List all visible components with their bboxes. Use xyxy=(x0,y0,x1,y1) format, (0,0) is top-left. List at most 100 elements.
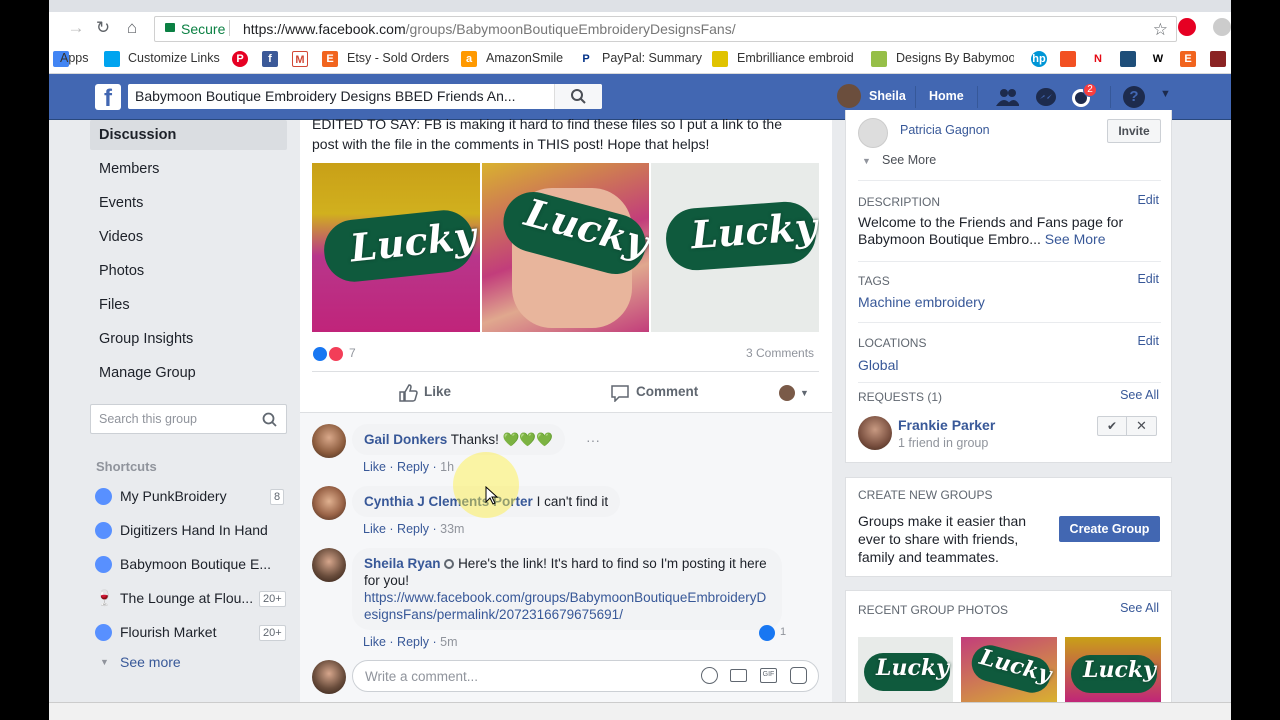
bookmark-apps[interactable]: Apps xyxy=(60,51,89,65)
camera-icon[interactable] xyxy=(730,669,747,682)
shortcut-my-punkbroidery[interactable]: My PunkBroidery xyxy=(120,488,227,504)
comment-like-link[interactable]: Like xyxy=(363,522,386,536)
reload-icon[interactable]: ↻ xyxy=(92,17,114,39)
comment-like-link[interactable]: Like xyxy=(363,460,386,474)
facebook-icon[interactable]: f xyxy=(262,51,278,67)
hp-icon[interactable]: hp xyxy=(1031,51,1047,67)
emoji-icon[interactable] xyxy=(701,667,718,684)
forward-icon[interactable]: → xyxy=(65,17,87,39)
request-avatar[interactable] xyxy=(858,416,892,450)
bookmark-amazonsmile[interactable]: AmazonSmile xyxy=(486,51,563,65)
group-search-input[interactable]: Search this group xyxy=(90,404,287,434)
shortcut-lounge[interactable]: The Lounge at Flou... xyxy=(120,590,253,606)
address-bar[interactable]: Secure https://www.facebook.com/groups/B… xyxy=(154,16,1177,42)
gif-icon[interactable]: GIF xyxy=(760,668,777,683)
facebook-logo-icon[interactable]: f xyxy=(95,84,121,110)
comments-count-link[interactable]: 3 Comments xyxy=(746,346,814,360)
nav-discussion[interactable]: Discussion xyxy=(99,127,176,143)
photos-see-all[interactable]: See All xyxy=(1120,601,1159,615)
sticker-icon[interactable] xyxy=(790,667,807,684)
comment-button[interactable]: Comment xyxy=(610,383,720,403)
nav-photos[interactable]: Photos xyxy=(99,263,144,279)
bookmark-designs-by-babymoon[interactable]: Designs By Babymoo xyxy=(896,51,1014,65)
description-see-more[interactable]: See More xyxy=(1045,231,1106,247)
pinterest-icon[interactable]: P xyxy=(232,51,248,67)
like-reaction-icon[interactable] xyxy=(759,625,775,641)
member-avatar[interactable] xyxy=(858,118,888,148)
search-button[interactable] xyxy=(554,84,602,109)
like-button[interactable]: Like xyxy=(398,383,478,403)
extension-icon[interactable] xyxy=(1213,18,1231,36)
user-avatar[interactable] xyxy=(837,84,861,108)
bookmark-customize-links[interactable]: Customize Links xyxy=(128,51,220,65)
commenter-avatar[interactable] xyxy=(779,385,795,401)
comment-author[interactable]: Gail Donkers xyxy=(364,432,447,447)
tags-edit-link[interactable]: Edit xyxy=(1137,272,1159,286)
commenter-avatar[interactable] xyxy=(312,548,346,582)
bookmark-paypal[interactable]: PayPal: Summary xyxy=(602,51,702,65)
request-name[interactable]: Frankie Parker xyxy=(898,417,995,433)
nav-group-insights[interactable]: Group Insights xyxy=(99,331,193,347)
comment-time[interactable]: 1h xyxy=(440,460,454,474)
commenter-avatar[interactable] xyxy=(312,486,346,520)
office-icon[interactable] xyxy=(1060,51,1076,67)
comment-time[interactable]: 33m xyxy=(440,522,464,536)
comment-time[interactable]: 5m xyxy=(440,635,457,649)
reaction-count[interactable]: 7 xyxy=(349,346,356,360)
nav-videos[interactable]: Videos xyxy=(99,229,143,245)
friend-requests-icon[interactable] xyxy=(995,86,1019,108)
post-photo[interactable]: Lucky xyxy=(312,163,480,332)
nav-manage-group[interactable]: Manage Group xyxy=(99,365,196,381)
sheets-icon[interactable] xyxy=(1120,51,1136,67)
commenter-avatar[interactable] xyxy=(312,424,346,458)
post-photo[interactable]: Lucky xyxy=(651,163,819,332)
home-icon[interactable]: ⌂ xyxy=(121,17,143,39)
messenger-icon[interactable] xyxy=(1034,86,1058,108)
nav-members[interactable]: Members xyxy=(99,161,159,177)
gmail-icon[interactable]: M xyxy=(292,51,308,67)
recent-photo-thumbnail[interactable]: Lucky xyxy=(961,637,1057,703)
create-group-button[interactable]: Create Group xyxy=(1059,516,1160,542)
recent-photo-thumbnail[interactable]: Lucky xyxy=(1065,637,1161,703)
comment-like-count[interactable]: 1 xyxy=(780,626,786,638)
profile-link[interactable]: Sheila xyxy=(869,89,906,103)
help-icon[interactable]: ? xyxy=(1123,86,1145,108)
comment-author[interactable]: Sheila Ryan xyxy=(364,556,441,571)
requests-see-all[interactable]: See All xyxy=(1120,388,1159,402)
shortcut-flourish-market[interactable]: Flourish Market xyxy=(120,624,216,640)
netflix-icon[interactable]: N xyxy=(1090,51,1106,67)
shortcuts-see-more[interactable]: See more xyxy=(120,654,181,670)
decline-request-button[interactable]: ✕ xyxy=(1127,416,1157,436)
bookmark-etsy[interactable]: Etsy - Sold Orders xyxy=(347,51,449,65)
nav-events[interactable]: Events xyxy=(99,195,143,211)
comment-like-link[interactable]: Like xyxy=(363,635,386,649)
nav-files[interactable]: Files xyxy=(99,297,130,313)
approve-request-button[interactable]: ✔ xyxy=(1097,416,1127,436)
bookmark-embrilliance[interactable]: Embrilliance embroid xyxy=(737,51,855,65)
home-link[interactable]: Home xyxy=(929,89,964,103)
location-link[interactable]: Global xyxy=(858,357,898,374)
love-reaction-icon[interactable] xyxy=(328,346,344,362)
like-reaction-icon[interactable] xyxy=(312,346,328,362)
chevron-down-icon[interactable]: ▼ xyxy=(1160,88,1171,100)
tag-link[interactable]: Machine embroidery xyxy=(858,294,985,311)
locations-edit-link[interactable]: Edit xyxy=(1137,334,1159,348)
comment-reply-link[interactable]: Reply xyxy=(397,460,429,474)
member-name[interactable]: Patricia Gagnon xyxy=(900,123,990,137)
members-see-more[interactable]: See More xyxy=(882,153,936,167)
pinterest-extension-icon[interactable] xyxy=(1178,18,1196,36)
recent-photo-thumbnail[interactable]: Lucky xyxy=(858,637,953,703)
description-edit-link[interactable]: Edit xyxy=(1137,193,1159,207)
etsy-icon-2[interactable]: E xyxy=(1180,51,1196,67)
bookmark-star-icon[interactable]: ☆ xyxy=(1153,20,1168,40)
shortcut-babymoon[interactable]: Babymoon Boutique E... xyxy=(120,556,271,572)
comment-reply-link[interactable]: Reply xyxy=(397,522,429,536)
invite-button[interactable]: Invite xyxy=(1107,119,1161,143)
shortcut-digitizers[interactable]: Digitizers Hand In Hand xyxy=(120,522,268,538)
more-options-icon[interactable]: ··· xyxy=(586,432,600,448)
write-comment-input[interactable]: Write a comment... GIF xyxy=(352,660,819,692)
comment-reply-link[interactable]: Reply xyxy=(397,635,429,649)
post-photo[interactable]: Lucky xyxy=(482,163,649,332)
comment-link[interactable]: https://www.facebook.com/groups/Babymoon… xyxy=(364,589,770,623)
search-input[interactable]: Babymoon Boutique Embroidery Designs BBE… xyxy=(128,84,602,109)
